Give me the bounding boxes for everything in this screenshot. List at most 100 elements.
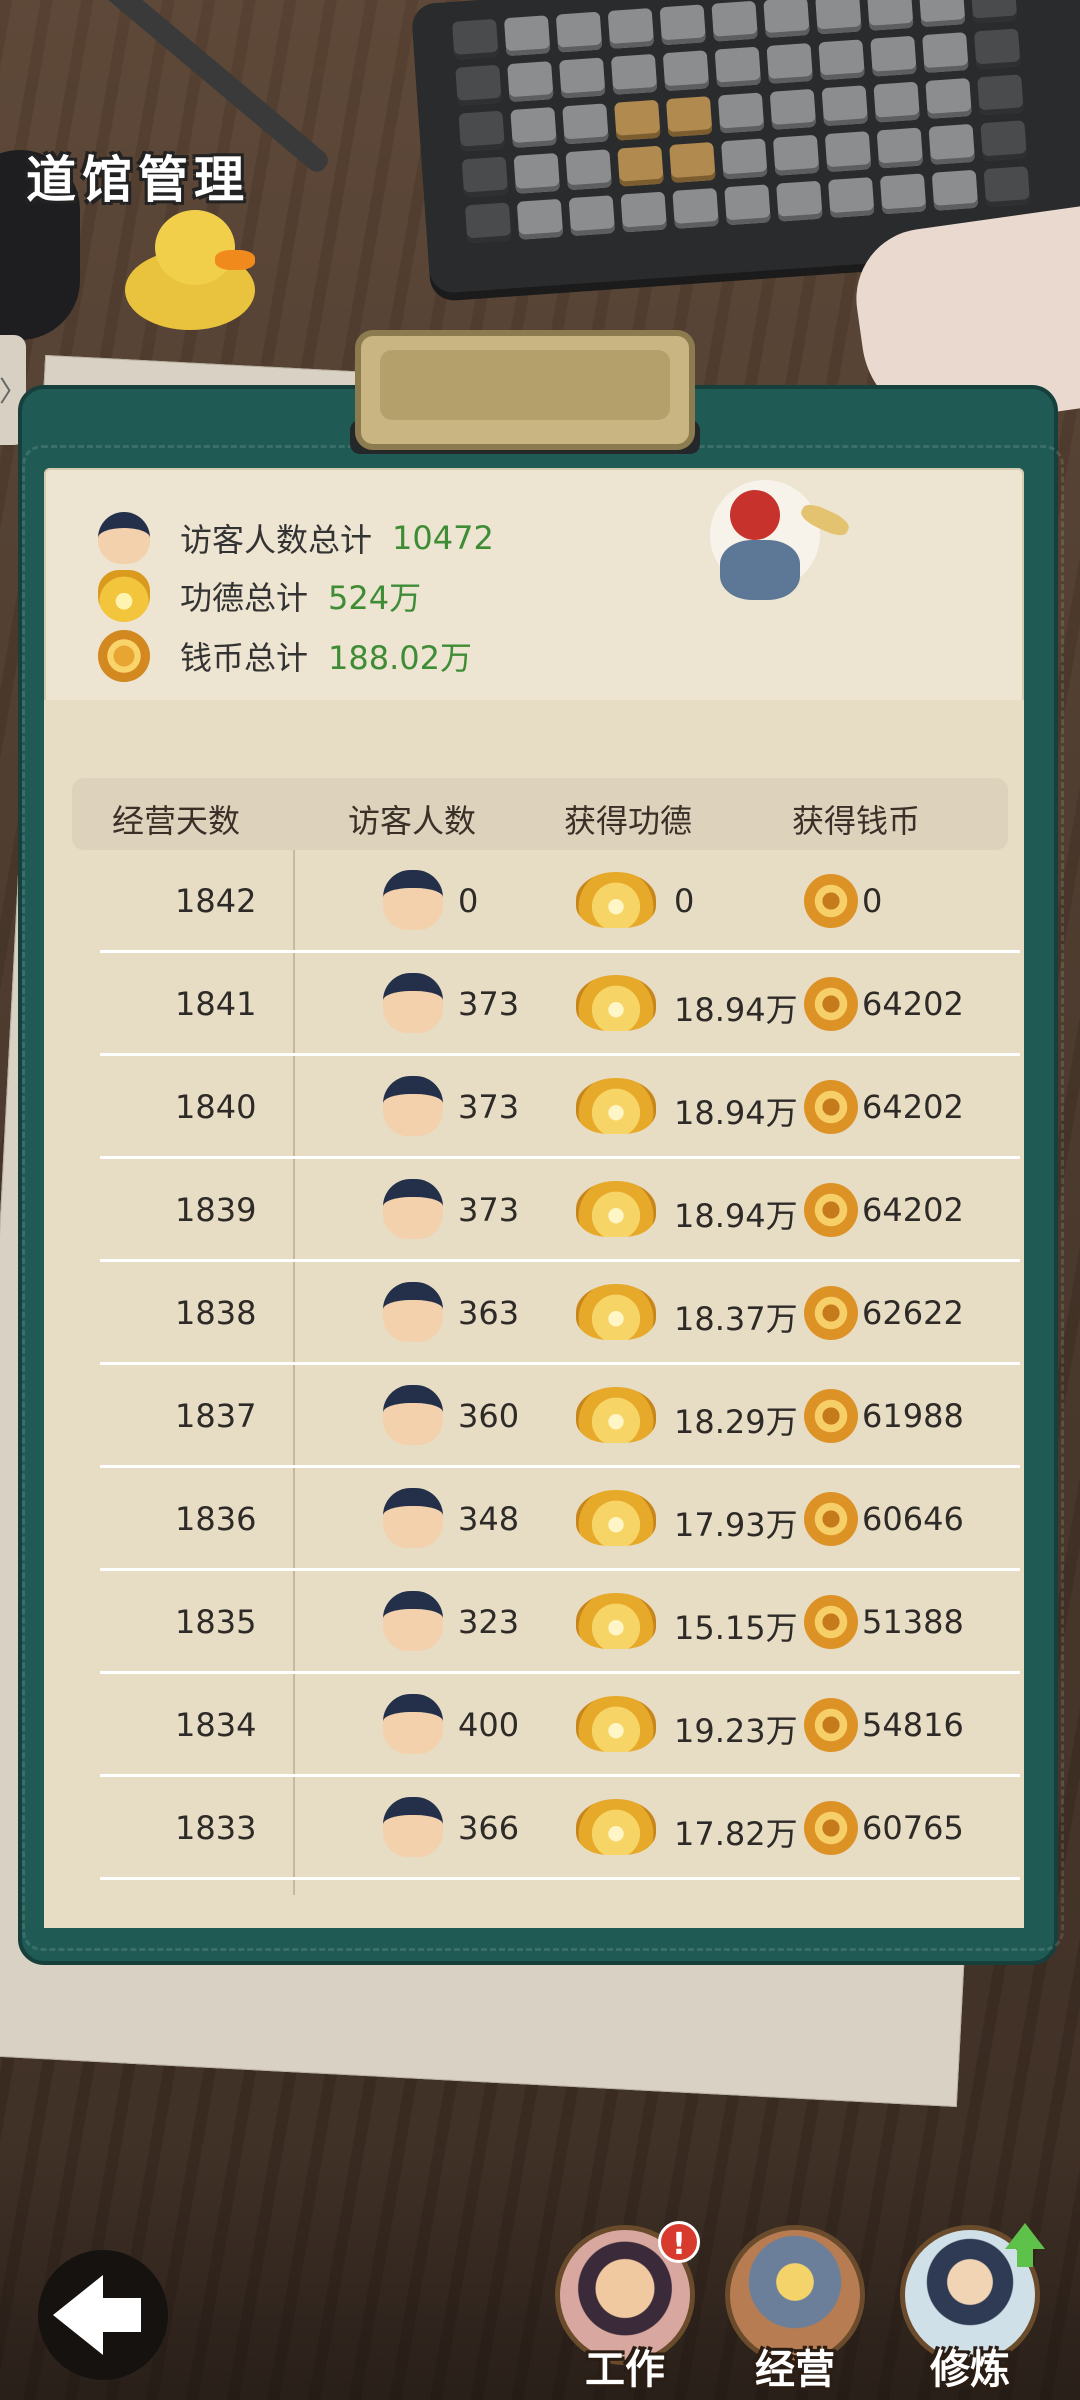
keyboard-key xyxy=(607,7,655,49)
merit-cell: 18.37万 xyxy=(674,1300,798,1338)
keyboard-key xyxy=(662,50,710,92)
table-row: 1841 373 18.94万 64202 xyxy=(100,953,1020,1056)
day-cell: 1836 xyxy=(175,1500,257,1538)
day-cell: 1839 xyxy=(175,1191,257,1229)
keyboard-key xyxy=(818,39,865,81)
stat-label: 功德总计 xyxy=(180,579,309,617)
lotus-merit-icon xyxy=(98,570,150,622)
visitors-cell: 0 xyxy=(458,882,479,920)
nav-cultivate-label: 修炼 xyxy=(930,2347,1010,2393)
visitor-face-icon xyxy=(383,1282,443,1342)
keyboard-key xyxy=(568,195,616,237)
keyboard-key xyxy=(507,61,554,103)
stat-label: 访客人数总计 xyxy=(180,521,373,559)
lotus-merit-icon xyxy=(576,1490,656,1546)
keyboard-key xyxy=(503,15,551,57)
keyboard-key xyxy=(724,184,771,226)
nav-cultivate-button[interactable]: 修炼 xyxy=(895,2223,1045,2393)
lotus-merit-icon xyxy=(576,1181,656,1237)
keyboard-key xyxy=(867,0,914,31)
coins-cell: 0 xyxy=(862,882,883,920)
keyboard-key xyxy=(970,0,1018,24)
visitor-face-icon xyxy=(383,1385,443,1445)
lotus-merit-icon xyxy=(576,872,656,928)
keyboard-key xyxy=(879,173,927,215)
keyboard-key xyxy=(458,110,505,152)
visitors-cell: 323 xyxy=(458,1603,520,1641)
header-visitors: 访客人数 xyxy=(348,802,477,840)
keyboard-key xyxy=(510,107,557,148)
keyboard-key xyxy=(711,0,758,42)
coin-icon xyxy=(804,1286,858,1340)
stat-value: 10472 xyxy=(392,519,494,557)
merit-cell: 0 xyxy=(674,882,695,920)
lotus-merit-icon xyxy=(576,1387,656,1443)
visitors-cell: 373 xyxy=(458,1088,520,1126)
lotus-merit-icon xyxy=(576,1696,656,1752)
keyboard-key xyxy=(870,35,917,77)
keyboard-key xyxy=(983,166,1031,208)
lotus-merit-icon xyxy=(576,1799,656,1855)
coins-cell: 54816 xyxy=(862,1706,964,1744)
day-cell: 1840 xyxy=(175,1088,257,1126)
visitors-cell: 373 xyxy=(458,1191,520,1229)
merit-cell: 19.23万 xyxy=(674,1712,798,1750)
keyboard-key xyxy=(461,156,509,198)
day-cell: 1834 xyxy=(175,1706,257,1744)
coin-icon xyxy=(804,977,858,1031)
nav-business-button[interactable]: 经营 xyxy=(720,2225,870,2393)
visitor-face-icon xyxy=(383,1179,443,1239)
records-list[interactable]: 1842 0 0 0 1841 373 18.94万 64202 1840 373 18.94万 64… xyxy=(100,850,1020,1895)
visitor-face-icon xyxy=(383,870,443,930)
table-row: 1833 366 17.82万 60765 xyxy=(100,1777,1020,1880)
stat-coins-total: 钱币总计 188.02万 xyxy=(98,630,472,682)
keyboard-key xyxy=(772,134,820,176)
merit-cell: 17.93万 xyxy=(674,1506,798,1544)
back-button[interactable] xyxy=(38,2250,168,2380)
table-row: 1840 373 18.94万 64202 xyxy=(100,1056,1020,1159)
day-cell: 1837 xyxy=(175,1397,257,1435)
keyboard-key xyxy=(665,96,713,138)
keyboard-key xyxy=(931,169,979,211)
coin-icon xyxy=(804,1080,858,1134)
rubber-duck-decoration xyxy=(125,210,255,330)
keyboard-key xyxy=(558,57,606,99)
coins-cell: 51388 xyxy=(862,1603,964,1641)
keyboard-key xyxy=(464,202,512,244)
nav-work-button[interactable]: ! 工作 xyxy=(550,2221,700,2393)
header-coins: 获得钱币 xyxy=(792,802,921,840)
keyboard-key xyxy=(614,99,661,141)
coin-icon xyxy=(804,1595,858,1649)
table-row: 1837 360 18.29万 61988 xyxy=(100,1365,1020,1468)
keyboard-key xyxy=(714,46,762,88)
visitors-cell: 363 xyxy=(458,1294,520,1332)
coin-icon xyxy=(804,1698,858,1752)
stat-value: 524万 xyxy=(328,579,422,617)
table-row: 1836 348 17.93万 60646 xyxy=(100,1468,1020,1571)
lotus-merit-icon xyxy=(576,975,656,1031)
day-cell: 1842 xyxy=(175,882,257,920)
lotus-merit-icon xyxy=(576,1593,656,1649)
keyboard-key xyxy=(513,152,561,194)
coin-icon xyxy=(804,874,858,928)
visitor-face-icon xyxy=(383,1488,443,1548)
merit-cell: 17.82万 xyxy=(674,1815,798,1853)
keyboard-key xyxy=(555,11,603,53)
merit-cell: 15.15万 xyxy=(674,1609,798,1647)
nav-work-label: 工作 xyxy=(585,2347,665,2393)
page-title: 道馆管理 xyxy=(26,151,250,209)
keyboard-key xyxy=(617,145,664,187)
table-row: 1835 323 15.15万 51388 xyxy=(100,1571,1020,1674)
table-row-partial xyxy=(100,1880,1020,1895)
upgrade-arrow-icon xyxy=(1005,2223,1045,2267)
keyboard-key xyxy=(721,138,768,180)
keyboard-key xyxy=(610,53,658,95)
coins-cell: 62622 xyxy=(862,1294,964,1332)
keyboard-key xyxy=(873,81,920,123)
keyboard-key xyxy=(763,0,810,39)
keyboard-key xyxy=(973,28,1021,70)
visitor-face-icon xyxy=(383,1591,443,1651)
coins-cell: 64202 xyxy=(862,1191,964,1229)
visitors-cell: 400 xyxy=(458,1706,520,1744)
keyboard-key xyxy=(821,85,869,127)
